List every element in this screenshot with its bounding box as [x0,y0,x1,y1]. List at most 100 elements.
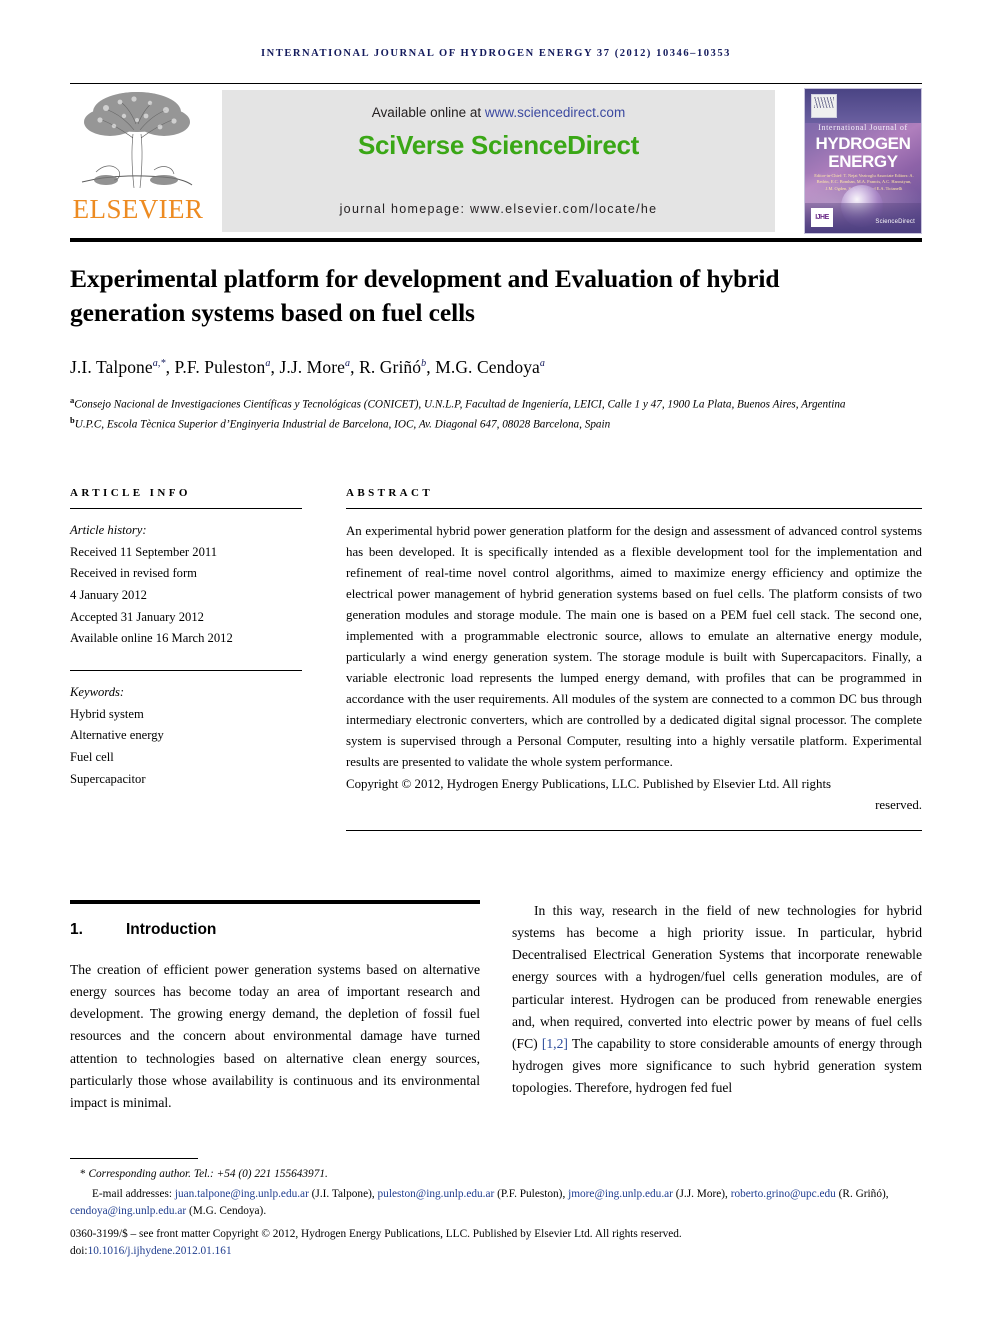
sciencedirect-url-link[interactable]: www.sciencedirect.com [485,105,625,120]
abstract-heading: Abstract [346,487,434,499]
issn-copyright-line: 0360-3199/$ – see front matter Copyright… [70,1227,682,1240]
page-title: Experimental platform for development an… [70,264,780,327]
author-entry: J.J. Morea [279,357,350,377]
author-entry: M.G. Cendoyaa [435,357,545,377]
title-author-block: Experimental platform for development an… [70,262,900,434]
body-column-right: In this way, research in the field of ne… [512,900,922,1099]
affiliation-item: bU.P.C, Escola Tècnica Superior d’Enginy… [70,414,900,434]
keywords-block: Keywords: Hybrid system Alternative ener… [70,682,302,790]
author-sep: , [165,357,175,378]
sciverse-sciencedirect-title: SciVerse ScienceDirect [357,130,640,160]
available-prefix: Available online at [371,105,485,120]
history-item: Accepted 31 January 2012 [70,609,204,624]
author-marks: a [539,358,546,370]
article-info-rule [70,508,302,509]
history-item: Received in revised form [70,566,197,581]
footnote-region: * Corresponding author. Tel.: +54 (0) 22… [70,1158,922,1261]
article-info-heading: Article info [70,487,191,499]
elsevier-logo: ELSEVIER [70,88,206,234]
author-entry: J.I. Talponea,* [70,357,166,377]
author-name: R. Griñó [359,357,422,378]
author-entry: R. Griñób [359,357,426,377]
elsevier-tree-icon [81,92,193,189]
history-item: Available online 16 March 2012 [70,631,233,646]
email-addresses-note: E-mail addresses: juan.talpone@ing.unlp.… [70,1187,889,1218]
footnote-separator-rule [70,1158,198,1159]
keyword-item: Alternative energy [70,728,164,743]
elsevier-wordmark: ELSEVIER [72,194,204,224]
affiliation-list: aConsejo Nacional de Investigaciones Cie… [70,394,900,434]
email-link[interactable]: jmore@ing.unlp.edu.ar [568,1188,673,1200]
journal-cover-thumbnail: International Journal of HYDROGEN ENERGY… [804,88,922,234]
doi-prefix: doi: [70,1245,88,1258]
copyright-last-word: reserved. [875,798,922,813]
cover-sciencedirect-mark: ScienceDirect [875,219,915,225]
running-head: International Journal of Hydrogen Energy… [261,48,731,59]
cover-line-energy: ENERGY [828,152,898,171]
email-owner: (R. Griñó) [838,1187,886,1200]
article-info-column: Article info Article history: Received 1… [70,487,302,790]
author-entry: P.F. Pulestona [175,357,271,377]
journal-masthead: ELSEVIER Available online at www.science… [70,88,922,234]
body-column-left: 1. Introduction The creation of efficient… [70,900,480,1114]
cover-elsevier-icon [811,94,837,118]
history-item: 4 January 2012 [70,587,147,602]
doi-link[interactable]: 10.1016/j.ijhydene.2012.01.161 [88,1245,232,1257]
section-heading-introduction: 1. Introduction [70,921,480,939]
affiliation-item: aConsejo Nacional de Investigaciones Cie… [70,394,900,414]
article-history-block: Article history: Received 11 September 2… [70,520,302,650]
header-rule [70,83,922,84]
journal-homepage-line[interactable]: journal homepage: www.elsevier.com/locat… [222,202,775,216]
cover-line-hydrogen: HYDROGEN [815,134,911,153]
masthead-bottom-rule [70,238,922,242]
email-link[interactable]: roberto.grino@upc.edu [731,1188,836,1200]
author-list: J.I. Talponea,*, P.F. Pulestona, J.J. Mo… [70,357,900,378]
paragraph: In this way, research in the field of ne… [512,900,922,1099]
keyword-item: Fuel cell [70,749,114,764]
citation-link[interactable]: [1,2] [542,1036,568,1051]
cover-line-international: International Journal of [818,123,908,132]
paragraph-part: The capability to store considerable amo… [512,1035,922,1096]
doi-line: doi:10.1016/j.ijhydene.2012.01.161 [70,1243,922,1261]
paragraph-part: In this way, research in the field of ne… [512,903,922,1051]
email-link[interactable]: cendoya@ing.unlp.edu.ar [70,1205,186,1217]
corresponding-author-note: * Corresponding author. Tel.: +54 (0) 22… [70,1166,922,1183]
email-owner: (M.G. Cendoya) [188,1205,264,1218]
affiliation-text: U.P.C, Escola Tècnica Superior d’Enginye… [74,418,611,431]
email-owner: (J.I. Talpone) [311,1187,372,1200]
abstract-column: Abstract An experimental hybrid power ge… [346,487,922,832]
email-link[interactable]: puleston@ing.unlp.edu.ar [378,1188,495,1200]
cover-ijhe-badge: IJHE [811,208,833,227]
email-link[interactable]: juan.talpone@ing.unlp.edu.ar [175,1188,309,1200]
keywords-label: Keywords: [70,684,125,699]
paragraph: The creation of efficient power generati… [70,962,480,1110]
author-name: J.J. More [279,357,345,378]
affiliation-text: Consejo Nacional de Investigaciones Cien… [74,399,846,412]
abstract-bottom-rule [346,830,922,832]
available-online-line: Available online at www.sciencedirect.co… [222,105,775,120]
keyword-item: Hybrid system [70,706,144,721]
author-name: J.I. Talpone [70,357,153,378]
asterisk-mark: * [80,1168,86,1180]
history-item: Received 11 September 2011 [70,544,217,559]
article-page: International Journal of Hydrogen Energy… [0,0,992,1323]
abstract-copyright: Copyright © 2012, Hydrogen Energy Public… [346,774,922,816]
author-sep: , [426,357,436,378]
author-marks: a,* [152,358,166,370]
section-title: Introduction [126,921,217,938]
email-owner: (P.F. Puleston) [497,1187,563,1200]
email-label: E-mail addresses: [92,1187,172,1200]
abstract-text: An experimental hybrid power generation … [346,524,922,770]
email-owner: (J.J. More) [675,1187,726,1200]
corresponding-author-text: Corresponding author. Tel.: +54 (0) 221 … [88,1168,328,1180]
copyright-main: Copyright © 2012, Hydrogen Energy Public… [346,777,832,792]
abstract-rule [346,508,922,509]
section-number: 1. [70,921,83,938]
article-history-label: Article history: [70,523,147,537]
sciencedirect-banner: Available online at www.sciencedirect.co… [222,90,775,232]
author-name: M.G. Cendoya [435,357,540,378]
section-top-rule [70,900,480,904]
author-sep: , [350,357,360,378]
keyword-item: Supercapacitor [70,771,146,786]
author-name: P.F. Puleston [174,357,266,378]
